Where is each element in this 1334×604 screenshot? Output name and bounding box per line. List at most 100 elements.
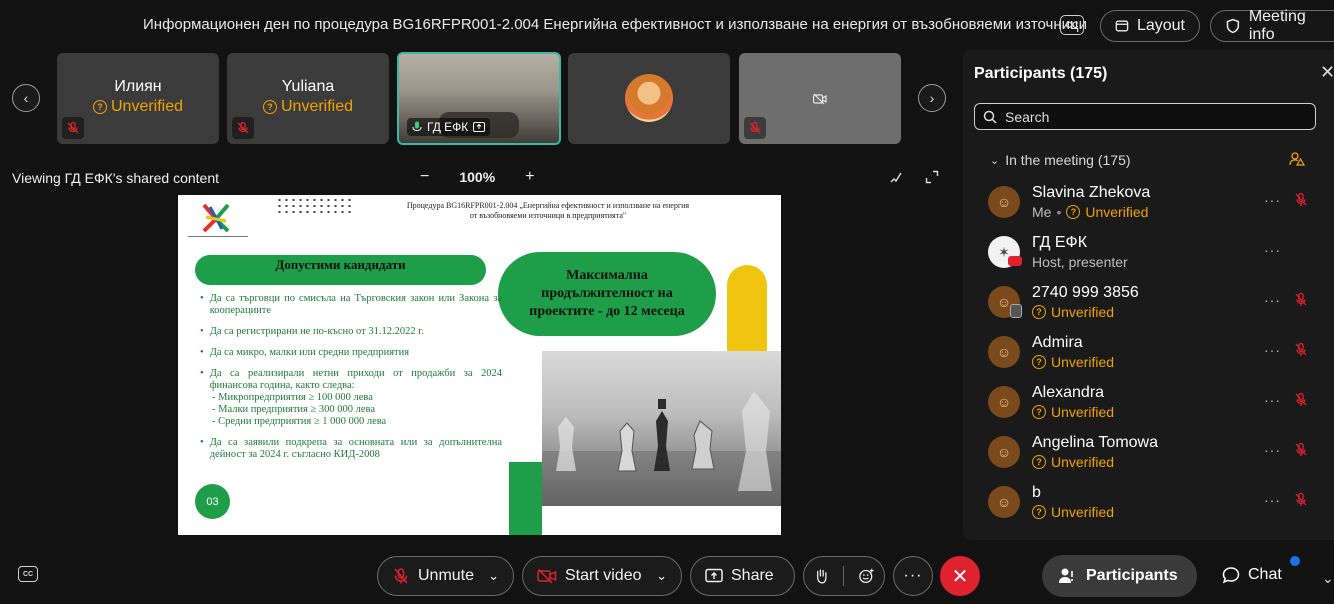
more-options-icon[interactable]: ···: [1264, 192, 1281, 208]
reactions-group: [803, 556, 885, 596]
participant-name: Slavina Zhekova: [1032, 184, 1151, 201]
participant-row[interactable]: ☺ 2740 999 3856 ? Unverified ···: [988, 282, 1318, 322]
list-item: • Да са заявили подкрепа за основната или…: [200, 437, 502, 460]
active-speaker-tile[interactable]: ГД ЕФК: [397, 52, 561, 145]
zoom-level: 100%: [459, 169, 496, 185]
more-icon: ···: [903, 567, 923, 584]
video-tile[interactable]: [568, 53, 730, 144]
chevron-down-icon[interactable]: ⌄: [656, 568, 667, 584]
status-label: Unverified: [1085, 204, 1149, 220]
mic-muted-icon[interactable]: [1294, 392, 1308, 408]
zoom-controls: − 100% +: [420, 168, 535, 186]
mic-on-icon: [412, 121, 422, 132]
status-label: Unverified: [1051, 304, 1115, 320]
more-options-icon[interactable]: ···: [1264, 242, 1281, 258]
emoji-reaction-icon[interactable]: [858, 567, 874, 585]
share-screen-icon: [705, 568, 723, 583]
divider: [842, 566, 844, 586]
mic-muted-icon[interactable]: [1294, 292, 1308, 308]
video-tile[interactable]: Yuliana ? Unverified: [227, 53, 389, 144]
overflow-chevron-icon[interactable]: ⌄: [1322, 570, 1334, 587]
participant-row[interactable]: ☺ Alexandra ? Unverified ···: [988, 382, 1318, 422]
unmute-button[interactable]: Unmute ⌄: [377, 556, 514, 596]
more-options-icon[interactable]: ···: [1264, 492, 1281, 508]
avatar: ☺: [988, 336, 1020, 368]
expand-icon[interactable]: [925, 170, 939, 184]
decorative-block: [542, 506, 619, 535]
me-label: Me: [1032, 204, 1052, 220]
raise-hand-icon[interactable]: [814, 567, 829, 585]
question-icon: ?: [1032, 505, 1046, 519]
search-icon: [983, 110, 997, 124]
captions-button[interactable]: CC: [18, 566, 38, 582]
logo-icon: [202, 203, 230, 233]
meeting-info-button[interactable]: Meeting info: [1210, 8, 1334, 43]
leave-meeting-button[interactable]: ✕: [940, 556, 980, 596]
mic-muted-icon[interactable]: [1294, 492, 1308, 508]
group-label: In the meeting (175): [1005, 152, 1131, 168]
slide-header-line: Процедура BG16RFPR001-2.004 „Енергийна е…: [406, 201, 690, 210]
tile-name: Илиян: [114, 78, 162, 95]
more-options-icon[interactable]: ···: [1264, 292, 1281, 308]
tile-label: ГД ЕФК: [407, 118, 491, 136]
eligibility-list: • Да са търговци по смисъла на Търговския…: [200, 293, 502, 470]
video-off-icon: [537, 568, 557, 584]
duration-pill: Максимална продължителност на проектите …: [498, 252, 716, 336]
start-video-button[interactable]: Start video ⌄: [522, 556, 682, 596]
share-button[interactable]: Share: [690, 556, 795, 596]
participant-row[interactable]: ☺ b ? Unverified ···: [988, 482, 1318, 522]
participant-search-input[interactable]: Search: [974, 103, 1316, 130]
chat-button[interactable]: Chat: [1222, 566, 1282, 584]
list-item: • Да са търговци по смисъла на Търговския…: [200, 293, 502, 316]
layout-button[interactable]: Layout: [1100, 10, 1200, 42]
question-icon: ?: [262, 100, 277, 114]
close-panel-button[interactable]: ✕: [1320, 62, 1334, 83]
annotate-icon[interactable]: [889, 170, 903, 184]
chess-image: [542, 351, 781, 506]
participant-row[interactable]: ✶ ГД ЕФК Host, presenter ···: [988, 232, 1318, 272]
closed-captions-button[interactable]: CC: [1060, 15, 1084, 35]
video-tile[interactable]: Илиян ? Unverified: [57, 53, 219, 144]
sub-list-item: - Средни предприятия ≥ 1 000 000 лева: [212, 416, 387, 427]
more-options-icon[interactable]: ···: [1264, 392, 1281, 408]
mic-muted-icon[interactable]: [1294, 442, 1308, 458]
person-warning-icon[interactable]: [1289, 151, 1305, 167]
participant-name: 2740 999 3856: [1032, 284, 1139, 301]
video-off-icon: [813, 93, 827, 105]
chevron-down-icon[interactable]: ⌄: [488, 568, 499, 584]
sub-list-item: - Малки предприятия ≥ 300 000 лева: [212, 404, 376, 415]
cc-icon: CC: [1065, 20, 1079, 30]
participant-status: ? Unverified: [1032, 304, 1114, 320]
participant-status: ? Unverified: [1032, 404, 1114, 420]
avatar: ☺: [988, 436, 1020, 468]
in-meeting-group-toggle[interactable]: ⌄ In the meeting (175): [990, 152, 1131, 168]
zoom-in-button[interactable]: +: [525, 168, 534, 186]
share-label: Share: [731, 567, 774, 584]
participant-row[interactable]: ☺ Slavina Zhekova Me •? Unverified ···: [988, 182, 1318, 222]
participant-name: Alexandra: [1032, 384, 1105, 401]
mic-muted-icon[interactable]: [1294, 192, 1308, 208]
mic-muted-icon[interactable]: [1294, 342, 1308, 358]
avatar: [625, 74, 673, 122]
tile-status-label: Unverified: [110, 98, 184, 115]
more-options-button[interactable]: ···: [893, 556, 933, 596]
slide-header-line: от възобновяеми източници в предприятият…: [469, 211, 627, 220]
slide-header: Процедура BG16RFPR001-2.004 „Енергийна е…: [378, 201, 718, 221]
participant-name: Angelina Tomowa: [1032, 434, 1159, 451]
more-options-icon[interactable]: ···: [1264, 442, 1281, 458]
more-options-icon[interactable]: ···: [1264, 342, 1281, 358]
participant-row[interactable]: ☺ Admira ? Unverified ···: [988, 332, 1318, 372]
participants-icon: [1059, 568, 1073, 583]
next-page-button[interactable]: ›: [918, 84, 946, 112]
mic-muted-icon: [744, 117, 766, 139]
participant-row[interactable]: ☺ Angelina Tomowa ? Unverified ···: [988, 432, 1318, 472]
chat-icon: [1222, 567, 1240, 584]
chevron-left-icon: ‹: [23, 90, 29, 106]
previous-page-button[interactable]: ‹: [12, 84, 40, 112]
close-icon: ✕: [951, 565, 969, 588]
status-label: Unverified: [1051, 354, 1115, 370]
participants-button[interactable]: Participants: [1042, 555, 1197, 597]
sub-list: - Микропредприятия ≥ 100 000 лева - Малк…: [212, 392, 502, 428]
zoom-out-button[interactable]: −: [420, 168, 429, 186]
video-tile[interactable]: [739, 53, 901, 144]
